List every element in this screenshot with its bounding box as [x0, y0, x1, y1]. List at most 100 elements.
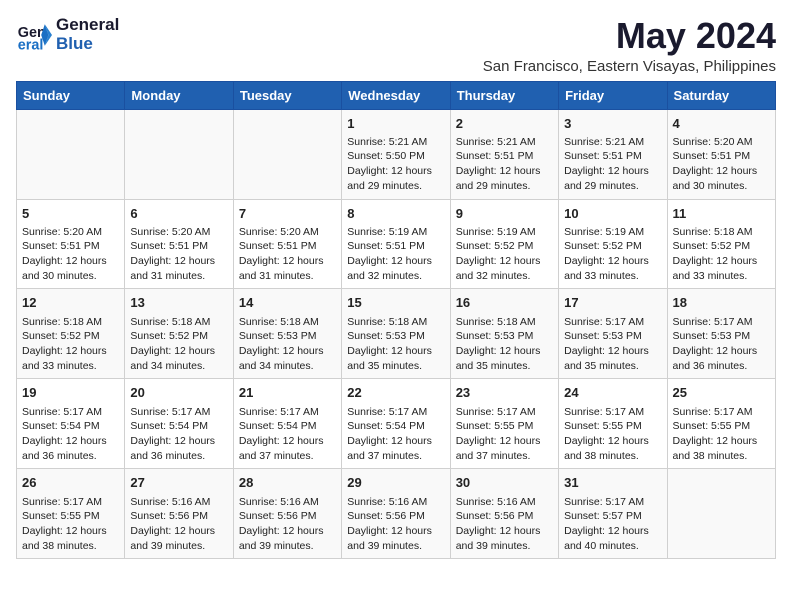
day-number: 4: [673, 115, 770, 133]
day-number: 28: [239, 474, 336, 492]
day-info: Sunrise: 5:20 AM Sunset: 5:51 PM Dayligh…: [673, 135, 770, 194]
calendar-table: SundayMondayTuesdayWednesdayThursdayFrid…: [16, 81, 776, 560]
day-number: 15: [347, 294, 444, 312]
calendar-cell: [17, 109, 125, 199]
day-info: Sunrise: 5:17 AM Sunset: 5:55 PM Dayligh…: [673, 405, 770, 464]
day-number: 9: [456, 205, 553, 223]
day-info: Sunrise: 5:19 AM Sunset: 5:51 PM Dayligh…: [347, 225, 444, 284]
day-info: Sunrise: 5:16 AM Sunset: 5:56 PM Dayligh…: [347, 495, 444, 554]
col-header-monday: Monday: [125, 81, 233, 109]
calendar-cell: [667, 469, 775, 559]
day-number: 2: [456, 115, 553, 133]
day-number: 12: [22, 294, 119, 312]
col-header-friday: Friday: [559, 81, 667, 109]
day-info: Sunrise: 5:17 AM Sunset: 5:55 PM Dayligh…: [564, 405, 661, 464]
col-header-tuesday: Tuesday: [233, 81, 341, 109]
day-number: 25: [673, 384, 770, 402]
calendar-cell: 4 Sunrise: 5:20 AM Sunset: 5:51 PM Daylig…: [667, 109, 775, 199]
day-number: 21: [239, 384, 336, 402]
day-info: Sunrise: 5:17 AM Sunset: 5:53 PM Dayligh…: [673, 315, 770, 374]
calendar-cell: 15 Sunrise: 5:18 AM Sunset: 5:53 PM Dayli…: [342, 289, 450, 379]
day-info: Sunrise: 5:16 AM Sunset: 5:56 PM Dayligh…: [456, 495, 553, 554]
day-info: Sunrise: 5:17 AM Sunset: 5:54 PM Dayligh…: [347, 405, 444, 464]
day-info: Sunrise: 5:18 AM Sunset: 5:53 PM Dayligh…: [239, 315, 336, 374]
calendar-cell: 10Sunrise: 5:19 AM Sunset: 5:52 PM Dayli…: [559, 199, 667, 289]
col-header-wednesday: Wednesday: [342, 81, 450, 109]
logo: Gen eral General Blue: [16, 16, 119, 53]
day-number: 1: [347, 115, 444, 133]
week-row-5: 26Sunrise: 5:17 AM Sunset: 5:55 PM Dayli…: [17, 469, 776, 559]
calendar-body: 1 Sunrise: 5:21 AM Sunset: 5:50 PM Daylig…: [17, 109, 776, 559]
title-block: May 2024 San Francisco, Eastern Visayas,…: [483, 16, 776, 75]
day-info: Sunrise: 5:18 AM Sunset: 5:53 PM Dayligh…: [347, 315, 444, 374]
week-row-4: 19 Sunrise: 5:17 AM Sunset: 5:54 PM Dayli…: [17, 379, 776, 469]
calendar-cell: 28 Sunrise: 5:16 AM Sunset: 5:56 PM Dayli…: [233, 469, 341, 559]
calendar-cell: 23Sunrise: 5:17 AM Sunset: 5:55 PM Dayli…: [450, 379, 558, 469]
day-number: 27: [130, 474, 227, 492]
calendar-cell: [233, 109, 341, 199]
calendar-cell: 9 Sunrise: 5:19 AM Sunset: 5:52 PM Daylig…: [450, 199, 558, 289]
calendar-cell: 1 Sunrise: 5:21 AM Sunset: 5:50 PM Daylig…: [342, 109, 450, 199]
calendar-cell: 31Sunrise: 5:17 AM Sunset: 5:57 PM Dayli…: [559, 469, 667, 559]
calendar-cell: 30Sunrise: 5:16 AM Sunset: 5:56 PM Dayli…: [450, 469, 558, 559]
day-number: 19: [22, 384, 119, 402]
day-number: 29: [347, 474, 444, 492]
calendar-cell: 18 Sunrise: 5:17 AM Sunset: 5:53 PM Dayli…: [667, 289, 775, 379]
day-info: Sunrise: 5:21 AM Sunset: 5:50 PM Dayligh…: [347, 135, 444, 194]
week-row-3: 12 Sunrise: 5:18 AM Sunset: 5:52 PM Dayli…: [17, 289, 776, 379]
day-info: Sunrise: 5:18 AM Sunset: 5:52 PM Dayligh…: [130, 315, 227, 374]
day-info: Sunrise: 5:17 AM Sunset: 5:55 PM Dayligh…: [22, 495, 119, 554]
day-number: 17: [564, 294, 661, 312]
calendar-cell: 26Sunrise: 5:17 AM Sunset: 5:55 PM Dayli…: [17, 469, 125, 559]
day-info: Sunrise: 5:20 AM Sunset: 5:51 PM Dayligh…: [22, 225, 119, 284]
calendar-cell: 6Sunrise: 5:20 AM Sunset: 5:51 PM Daylig…: [125, 199, 233, 289]
calendar-cell: 12 Sunrise: 5:18 AM Sunset: 5:52 PM Dayli…: [17, 289, 125, 379]
day-number: 16: [456, 294, 553, 312]
day-info: Sunrise: 5:16 AM Sunset: 5:56 PM Dayligh…: [239, 495, 336, 554]
day-info: Sunrise: 5:21 AM Sunset: 5:51 PM Dayligh…: [564, 135, 661, 194]
calendar-cell: 2 Sunrise: 5:21 AM Sunset: 5:51 PM Daylig…: [450, 109, 558, 199]
svg-text:eral: eral: [18, 37, 44, 53]
logo-icon: Gen eral: [16, 17, 52, 53]
day-number: 14: [239, 294, 336, 312]
calendar-cell: 3 Sunrise: 5:21 AM Sunset: 5:51 PM Daylig…: [559, 109, 667, 199]
day-number: 20: [130, 384, 227, 402]
day-number: 24: [564, 384, 661, 402]
day-number: 11: [673, 205, 770, 223]
calendar-cell: 16 Sunrise: 5:18 AM Sunset: 5:53 PM Dayli…: [450, 289, 558, 379]
col-header-thursday: Thursday: [450, 81, 558, 109]
calendar-cell: 5 Sunrise: 5:20 AM Sunset: 5:51 PM Daylig…: [17, 199, 125, 289]
header: Gen eral General Blue May 2024 San Franc…: [16, 16, 776, 75]
day-number: 22: [347, 384, 444, 402]
day-number: 3: [564, 115, 661, 133]
day-number: 7: [239, 205, 336, 223]
week-row-1: 1 Sunrise: 5:21 AM Sunset: 5:50 PM Daylig…: [17, 109, 776, 199]
subtitle: San Francisco, Eastern Visayas, Philippi…: [483, 58, 776, 75]
calendar-cell: 11Sunrise: 5:18 AM Sunset: 5:52 PM Dayli…: [667, 199, 775, 289]
calendar-cell: 29 Sunrise: 5:16 AM Sunset: 5:56 PM Dayli…: [342, 469, 450, 559]
day-info: Sunrise: 5:17 AM Sunset: 5:54 PM Dayligh…: [130, 405, 227, 464]
day-info: Sunrise: 5:19 AM Sunset: 5:52 PM Dayligh…: [456, 225, 553, 284]
col-header-sunday: Sunday: [17, 81, 125, 109]
calendar-cell: 17 Sunrise: 5:17 AM Sunset: 5:53 PM Dayli…: [559, 289, 667, 379]
day-number: 18: [673, 294, 770, 312]
day-info: Sunrise: 5:20 AM Sunset: 5:51 PM Dayligh…: [130, 225, 227, 284]
calendar-cell: 25 Sunrise: 5:17 AM Sunset: 5:55 PM Dayli…: [667, 379, 775, 469]
day-info: Sunrise: 5:16 AM Sunset: 5:56 PM Dayligh…: [130, 495, 227, 554]
day-number: 5: [22, 205, 119, 223]
day-info: Sunrise: 5:17 AM Sunset: 5:57 PM Dayligh…: [564, 495, 661, 554]
calendar-header-row: SundayMondayTuesdayWednesdayThursdayFrid…: [17, 81, 776, 109]
day-info: Sunrise: 5:18 AM Sunset: 5:53 PM Dayligh…: [456, 315, 553, 374]
day-info: Sunrise: 5:17 AM Sunset: 5:53 PM Dayligh…: [564, 315, 661, 374]
calendar-cell: [125, 109, 233, 199]
day-number: 13: [130, 294, 227, 312]
calendar-cell: 7 Sunrise: 5:20 AM Sunset: 5:51 PM Daylig…: [233, 199, 341, 289]
day-info: Sunrise: 5:18 AM Sunset: 5:52 PM Dayligh…: [22, 315, 119, 374]
week-row-2: 5 Sunrise: 5:20 AM Sunset: 5:51 PM Daylig…: [17, 199, 776, 289]
calendar-cell: 27 Sunrise: 5:16 AM Sunset: 5:56 PM Dayli…: [125, 469, 233, 559]
day-info: Sunrise: 5:20 AM Sunset: 5:51 PM Dayligh…: [239, 225, 336, 284]
logo-blue: Blue: [56, 35, 119, 54]
day-info: Sunrise: 5:21 AM Sunset: 5:51 PM Dayligh…: [456, 135, 553, 194]
calendar-cell: 22 Sunrise: 5:17 AM Sunset: 5:54 PM Dayli…: [342, 379, 450, 469]
calendar-cell: 8Sunrise: 5:19 AM Sunset: 5:51 PM Daylig…: [342, 199, 450, 289]
